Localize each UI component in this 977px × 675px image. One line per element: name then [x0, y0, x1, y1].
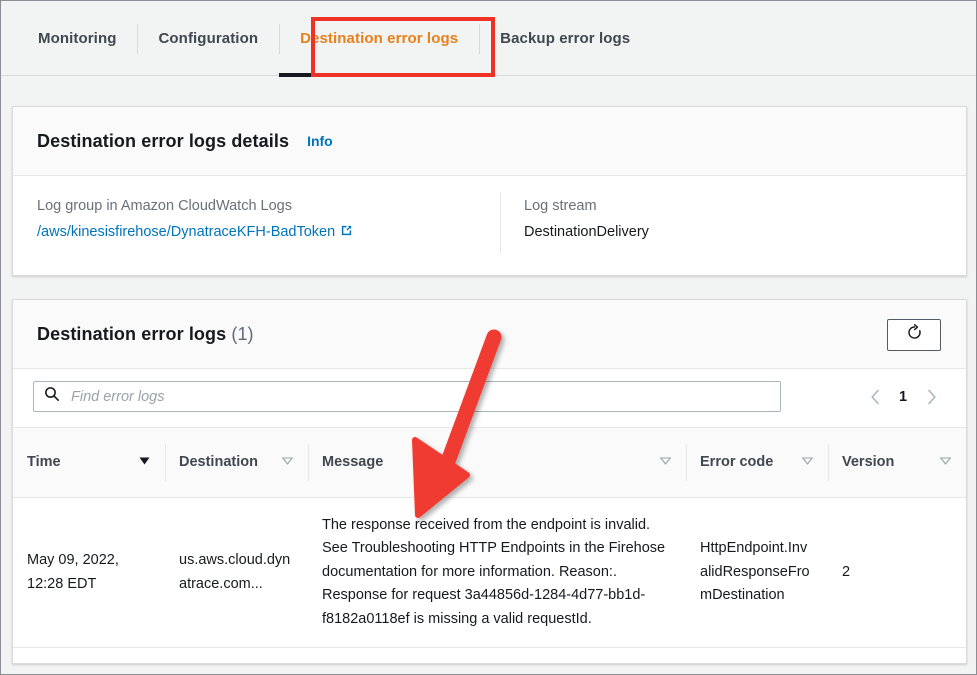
details-panel-title: Destination error logs details	[37, 131, 289, 152]
pagination-page-1[interactable]: 1	[892, 389, 914, 405]
refresh-button[interactable]	[887, 319, 941, 351]
chevron-left-icon[interactable]	[862, 385, 888, 409]
refresh-icon	[906, 324, 923, 346]
logs-panel-title: Destination error logs (1)	[37, 324, 254, 345]
info-link[interactable]: Info	[307, 133, 333, 149]
chevron-right-icon[interactable]	[918, 385, 944, 409]
log-group-link[interactable]: /aws/kinesisfirehose/DynatraceKFH-BadTok…	[37, 224, 500, 242]
column-header-destination-label: Destination	[179, 453, 258, 473]
sort-icon[interactable]	[939, 455, 952, 471]
log-group-label: Log group in Amazon CloudWatch Logs	[37, 198, 500, 215]
cell-error-code: HttpEndpoint.InvalidResponseFromDestinat…	[686, 498, 828, 648]
detail-field-log-group: Log group in Amazon CloudWatch Logs /aws…	[37, 198, 500, 276]
tab-monitoring-label: Monitoring	[38, 30, 116, 47]
log-stream-label: Log stream	[524, 198, 649, 215]
sort-icon[interactable]	[801, 455, 814, 471]
logs-count: (1)	[231, 324, 253, 344]
log-group-value: /aws/kinesisfirehose/DynatraceKFH-BadTok…	[37, 224, 335, 240]
detail-field-log-stream: Log stream DestinationDelivery	[500, 198, 649, 276]
sort-desc-active-icon[interactable]	[138, 455, 151, 471]
column-header-time[interactable]: Time	[13, 428, 165, 498]
sort-icon[interactable]	[281, 455, 294, 471]
search-row: 1	[13, 369, 966, 427]
tab-configuration[interactable]: Configuration	[137, 2, 279, 76]
column-header-version-label: Version	[842, 453, 894, 473]
column-header-version[interactable]: Version	[828, 428, 966, 498]
table-body: May 09, 2022, 12:28 EDT us.aws.cloud.dyn…	[13, 498, 966, 648]
search-icon	[44, 386, 60, 407]
logs-panel-title-text: Destination error logs	[37, 324, 226, 344]
column-header-destination[interactable]: Destination	[165, 428, 308, 498]
search-box[interactable]	[33, 381, 781, 412]
tab-backup-error-logs-label: Backup error logs	[500, 30, 630, 47]
sort-icon[interactable]	[659, 455, 672, 471]
table-header-row: Time Destination	[13, 428, 966, 498]
tab-monitoring[interactable]: Monitoring	[17, 2, 137, 76]
cell-version: 2	[828, 498, 966, 648]
column-header-message-label: Message	[322, 453, 383, 473]
destination-error-logs-table-panel: Destination error logs (1)	[12, 299, 967, 664]
column-header-time-label: Time	[27, 453, 61, 473]
search-input[interactable]	[69, 388, 770, 406]
logs-panel-header: Destination error logs (1)	[13, 300, 966, 369]
details-panel-body: Log group in Amazon CloudWatch Logs /aws…	[13, 176, 966, 276]
column-header-message[interactable]: Message	[308, 428, 686, 498]
cell-time: May 09, 2022, 12:28 EDT	[13, 498, 165, 648]
tab-destination-error-logs[interactable]: Destination error logs	[279, 2, 479, 76]
tab-backup-error-logs[interactable]: Backup error logs	[479, 2, 651, 76]
pagination: 1	[862, 385, 944, 409]
column-header-error-code-label: Error code	[700, 453, 773, 473]
tab-destination-error-logs-label: Destination error logs	[300, 30, 458, 47]
tab-configuration-label: Configuration	[158, 30, 258, 47]
external-link-icon	[340, 224, 353, 242]
cell-destination: us.aws.cloud.dynatrace.com...	[165, 498, 308, 648]
destination-error-logs-details-panel: Destination error logs details Info Log …	[12, 106, 967, 276]
cell-message: The response received from the endpoint …	[308, 498, 686, 648]
column-header-error-code[interactable]: Error code	[686, 428, 828, 498]
aws-console-page: Monitoring Configuration Destination err…	[0, 0, 977, 675]
details-panel-header: Destination error logs details Info	[13, 107, 966, 176]
log-stream-value: DestinationDelivery	[524, 224, 649, 241]
table-header: Time Destination	[13, 428, 966, 498]
error-logs-table: Time Destination	[13, 427, 966, 648]
tab-bar: Monitoring Configuration Destination err…	[1, 2, 976, 76]
table-row[interactable]: May 09, 2022, 12:28 EDT us.aws.cloud.dyn…	[13, 498, 966, 648]
